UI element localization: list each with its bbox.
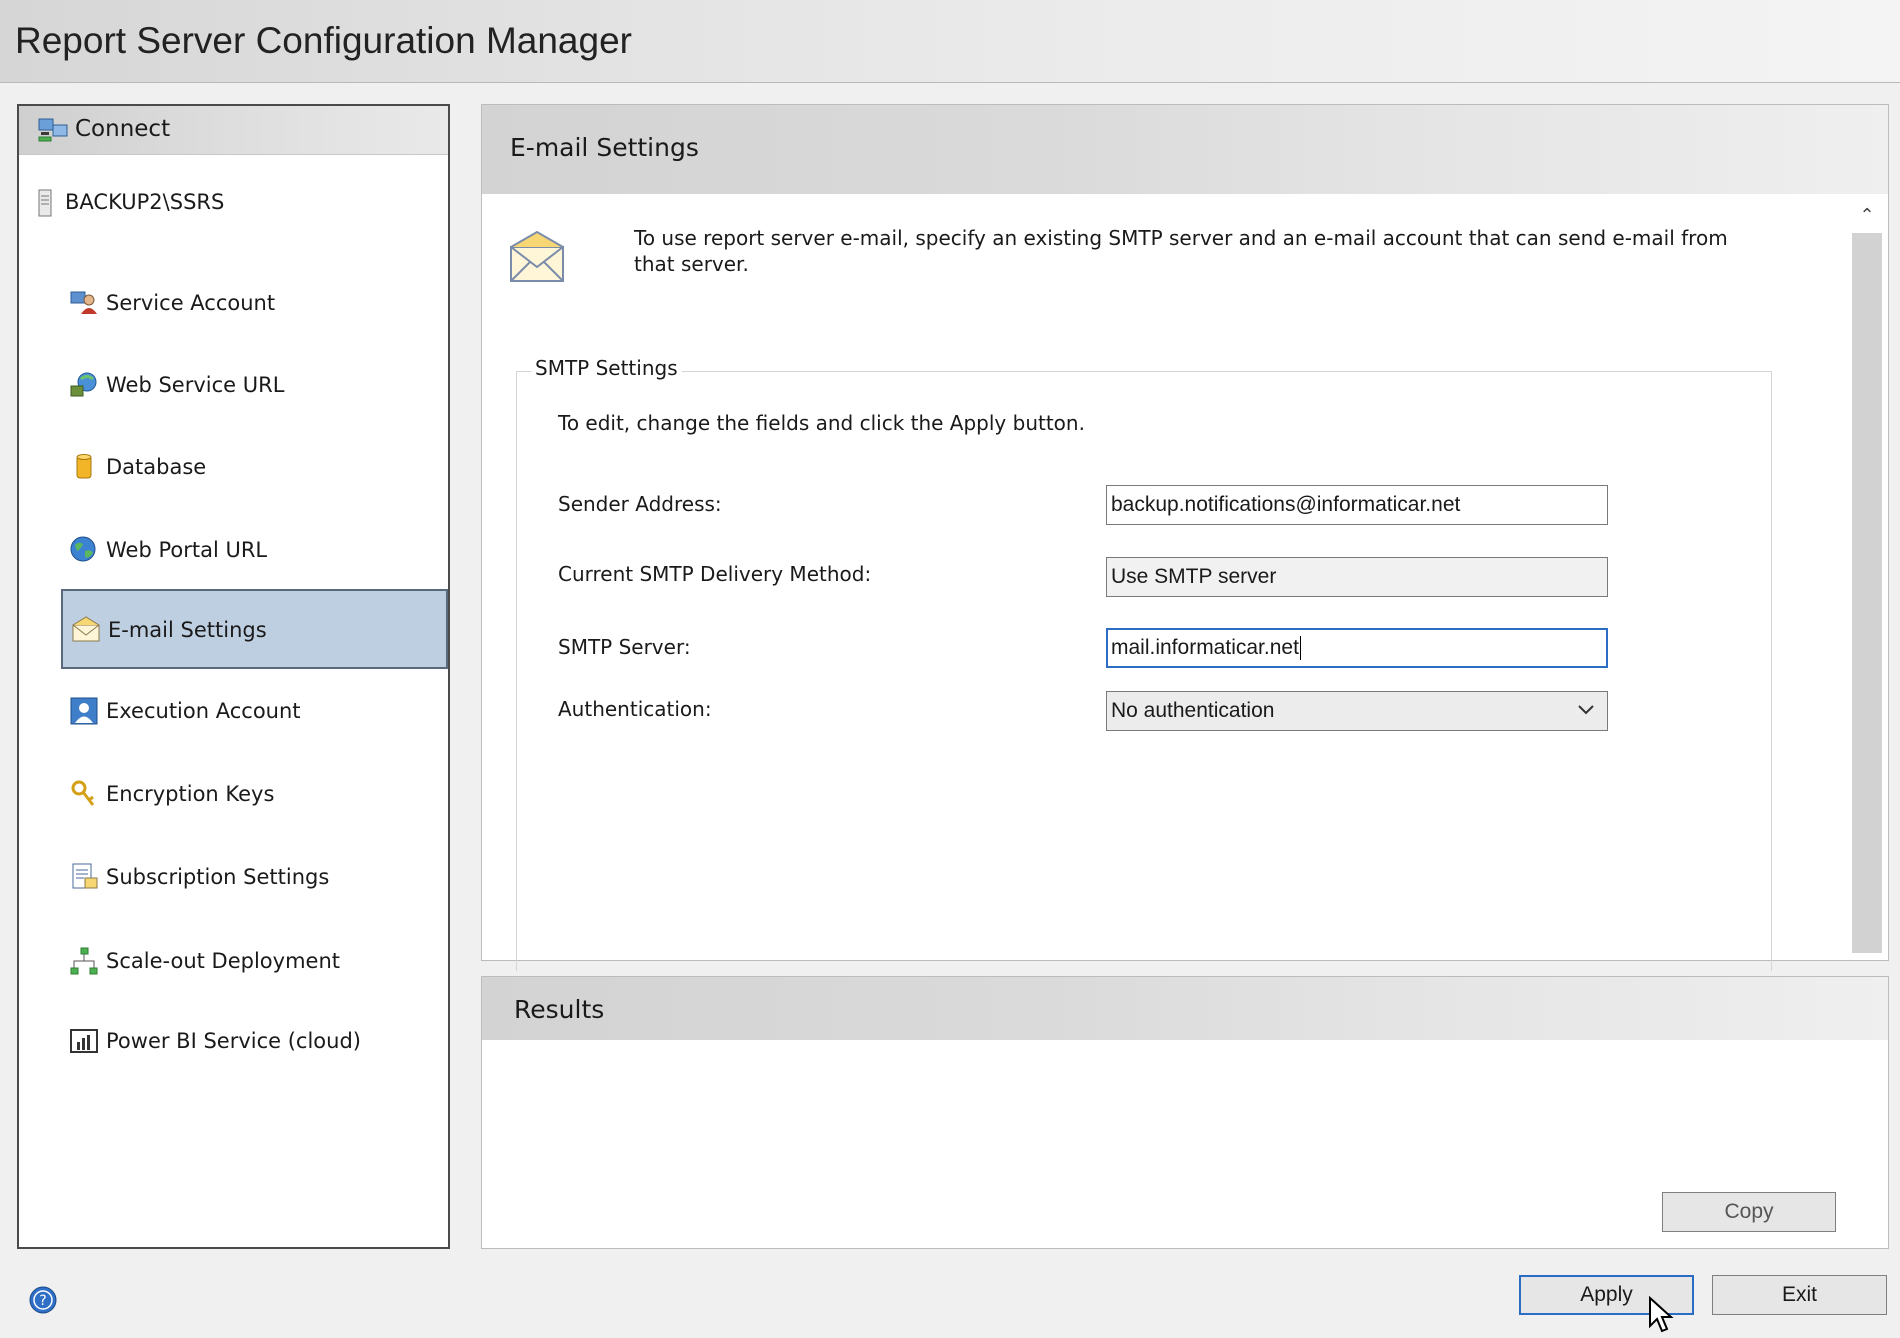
connect-icon <box>37 116 69 148</box>
description-text: To use report server e-mail, specify an … <box>634 226 1728 276</box>
panel-title: E-mail Settings <box>510 133 699 162</box>
delivery-method-field: Use SMTP server <box>1106 557 1608 597</box>
scroll-up-icon[interactable]: ⌃ <box>1852 201 1882 231</box>
results-header: Results <box>482 977 1888 1040</box>
sidebar-item-database[interactable]: Database <box>61 428 448 508</box>
power-bi-icon <box>69 1026 99 1056</box>
envelope-icon <box>508 229 566 289</box>
subscription-icon <box>69 862 99 892</box>
server-instance[interactable]: BACKUP2\SSRS <box>19 184 448 224</box>
group-title: SMTP Settings <box>531 356 682 380</box>
svg-text:?: ? <box>39 1293 46 1309</box>
delivery-method-value: Use SMTP server <box>1111 565 1277 588</box>
text-caret <box>1299 636 1301 661</box>
sidebar-item-label: Subscription Settings <box>106 865 330 889</box>
smtp-settings-group: SMTP Settings <box>516 356 1772 971</box>
sidebar: Connect BACKUP2\SSRS Service Account Web… <box>17 104 450 1249</box>
sidebar-item-label: Scale-out Deployment <box>106 949 340 973</box>
chevron-down-icon <box>1575 698 1597 726</box>
envelope-icon <box>71 615 101 645</box>
globe-icon <box>69 535 99 565</box>
sidebar-item-label: Power BI Service (cloud) <box>106 1029 361 1053</box>
database-icon <box>69 452 99 482</box>
web-service-url-icon <box>69 370 99 400</box>
sender-address-field[interactable]: backup.notifications@informaticar.net <box>1106 485 1608 525</box>
user-icon <box>69 696 99 726</box>
sidebar-item-label: Web Service URL <box>106 373 285 397</box>
sender-address-label: Sender Address: <box>558 492 722 516</box>
smtp-server-field[interactable]: mail.informaticar.net <box>1106 628 1608 668</box>
smtp-server-value: mail.informaticar.net <box>1111 636 1299 659</box>
help-icon[interactable]: ? <box>28 1285 58 1319</box>
authentication-label: Authentication: <box>558 697 712 721</box>
connect-label: Connect <box>75 116 171 142</box>
sidebar-item-execution-account[interactable]: Execution Account <box>61 672 448 752</box>
service-account-icon <box>69 288 99 318</box>
sidebar-item-power-bi-service[interactable]: Power BI Service (cloud) <box>61 1002 448 1082</box>
sidebar-item-scale-out-deployment[interactable]: Scale-out Deployment <box>61 922 448 1002</box>
sidebar-item-web-service-url[interactable]: Web Service URL <box>61 346 448 426</box>
results-title: Results <box>514 995 605 1024</box>
connect-button[interactable]: Connect <box>19 106 448 155</box>
authentication-select[interactable]: No authentication <box>1106 691 1608 731</box>
sidebar-item-label: Service Account <box>106 291 276 315</box>
sidebar-item-label: Encryption Keys <box>106 782 275 806</box>
server-icon <box>35 188 55 222</box>
copy-button[interactable]: Copy <box>1662 1192 1836 1232</box>
sidebar-item-label: Database <box>106 455 207 479</box>
email-settings-panel: E-mail Settings To use report server e-m… <box>481 104 1889 971</box>
smtp-server-label: SMTP Server: <box>558 635 691 659</box>
title-bar: Report Server Configuration Manager <box>0 0 1900 83</box>
mouse-cursor-icon <box>1648 1295 1674 1338</box>
exit-button[interactable]: Exit <box>1712 1275 1887 1315</box>
sidebar-item-label: Web Portal URL <box>106 538 268 562</box>
sidebar-item-label: E-mail Settings <box>108 618 267 642</box>
keys-icon <box>69 779 99 809</box>
authentication-value: No authentication <box>1111 699 1275 722</box>
sidebar-item-web-portal-url[interactable]: Web Portal URL <box>61 511 448 591</box>
edit-hint: To edit, change the fields and click the… <box>558 411 1085 435</box>
delivery-method-label: Current SMTP Delivery Method: <box>558 562 872 586</box>
sidebar-item-subscription-settings[interactable]: Subscription Settings <box>61 838 448 918</box>
sidebar-item-email-settings[interactable]: E-mail Settings <box>61 589 448 669</box>
window-title: Report Server Configuration Manager <box>15 20 632 61</box>
sidebar-item-label: Execution Account <box>106 699 301 723</box>
server-label: BACKUP2\SSRS <box>65 190 225 214</box>
scroll-thumb[interactable] <box>1852 233 1882 953</box>
sidebar-item-service-account[interactable]: Service Account <box>61 264 448 344</box>
vertical-scrollbar[interactable]: ⌃ <box>1852 201 1882 953</box>
sender-address-value: backup.notifications@informaticar.net <box>1111 493 1461 516</box>
sidebar-item-encryption-keys[interactable]: Encryption Keys <box>61 755 448 835</box>
network-icon <box>69 946 99 976</box>
panel-header: E-mail Settings <box>482 105 1888 194</box>
